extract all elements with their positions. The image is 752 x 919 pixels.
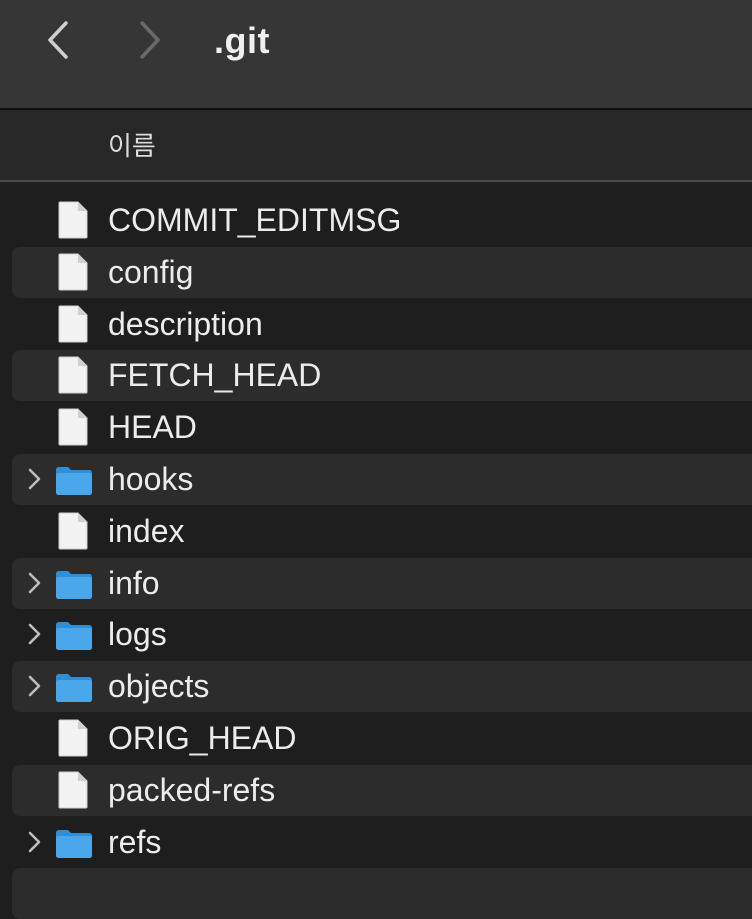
document-icon (58, 719, 88, 757)
window-title: .git (214, 20, 270, 61)
chevron-left-icon (48, 21, 68, 59)
folder-row[interactable]: objects (12, 661, 752, 713)
item-name: HEAD (108, 409, 197, 446)
item-name: FETCH_HEAD (108, 357, 322, 394)
disclosure-chevron-icon[interactable] (26, 621, 44, 647)
item-name: config (108, 253, 194, 290)
file-row[interactable]: FETCH_HEAD (12, 350, 752, 402)
file-row[interactable]: description (12, 299, 752, 350)
file-row[interactable]: ORIG_HEAD (12, 713, 752, 764)
document-icon (58, 771, 88, 809)
chevron-right-icon (140, 21, 160, 59)
item-name: ORIG_HEAD (108, 720, 297, 756)
folder-icon (56, 467, 92, 495)
file-row[interactable]: config (12, 246, 752, 298)
item-name: description (108, 305, 263, 342)
item-name: index (108, 512, 185, 549)
item-name: hooks (108, 461, 194, 497)
folder-row[interactable]: logs (12, 609, 752, 660)
folder-row[interactable]: info (12, 557, 752, 609)
item-name: objects (108, 668, 210, 705)
document-icon (58, 253, 88, 291)
item-name: COMMIT_EDITMSG (108, 202, 402, 238)
item-name: info (108, 564, 160, 601)
document-icon (58, 408, 88, 446)
disclosure-chevron-icon[interactable] (26, 570, 44, 596)
folder-icon (56, 674, 92, 703)
disclosure-chevron-icon[interactable] (26, 466, 44, 492)
file-row[interactable]: packed-refs (12, 764, 752, 816)
document-icon (58, 356, 88, 394)
column-header-name[interactable]: 이름 (108, 126, 156, 163)
item-name: refs (108, 823, 162, 860)
file-row[interactable]: HEAD (12, 402, 752, 453)
column-header-row: 이름 (0, 110, 752, 182)
folder-row[interactable]: refs (12, 817, 752, 868)
disclosure-chevron-icon[interactable] (26, 829, 44, 855)
document-icon (58, 201, 88, 239)
folder-icon (56, 622, 92, 651)
forward-button[interactable] (130, 18, 170, 62)
file-row[interactable]: index (12, 506, 752, 557)
folder-icon (56, 829, 92, 858)
folder-row[interactable]: hooks (12, 454, 752, 505)
document-icon (58, 512, 88, 550)
disclosure-chevron-icon[interactable] (26, 673, 44, 699)
list-row-partial (12, 868, 752, 919)
file-row[interactable]: COMMIT_EDITMSG (12, 195, 752, 246)
document-icon (58, 305, 88, 343)
toolbar: .git (0, 0, 752, 110)
back-button[interactable] (38, 18, 78, 62)
folder-icon (56, 570, 92, 599)
item-name: packed-refs (108, 771, 276, 808)
item-name: logs (108, 616, 167, 653)
